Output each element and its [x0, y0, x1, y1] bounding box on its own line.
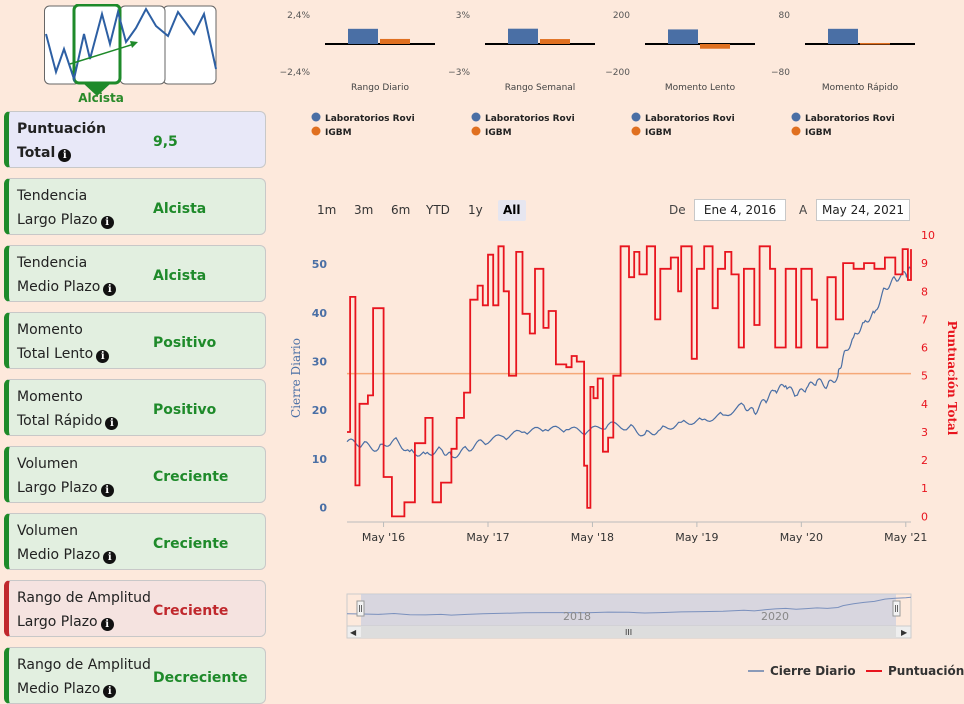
navigator-x-label: 2020 [761, 610, 789, 623]
y2-tick-label: 0 [921, 510, 928, 523]
navigator-handle[interactable] [356, 600, 365, 617]
y-tick-label: 30 [312, 355, 328, 368]
x-tick-label: May '20 [780, 531, 823, 544]
legend-line-close [748, 670, 764, 672]
y2-tick-label: 2 [921, 454, 928, 467]
y-tick-label: 40 [312, 307, 328, 320]
y2-tick-label: 5 [921, 370, 928, 383]
scroll-right-icon: ▶ [901, 628, 908, 637]
x-tick-label: May '19 [675, 531, 718, 544]
y2-tick-label: 3 [921, 426, 928, 439]
y2-tick-label: 6 [921, 342, 928, 355]
y-tick-label: 50 [312, 258, 328, 271]
scroll-left-icon: ◀ [350, 628, 357, 637]
x-tick-label: May '17 [466, 531, 509, 544]
y2-tick-label: 10 [921, 229, 935, 242]
navigator-x-label: 2018 [563, 610, 591, 623]
y-tick-label: 0 [319, 501, 327, 514]
legend-item-close[interactable]: Cierre Diario [748, 664, 856, 678]
y2-axis-title: Puntuación Total [945, 321, 959, 436]
y2-tick-label: 1 [921, 482, 928, 495]
x-tick-label: May '18 [571, 531, 614, 544]
legend-line-score [866, 670, 882, 672]
y-tick-label: 10 [312, 453, 328, 466]
y-axis-title: Cierre Diario [289, 338, 303, 418]
stock-analysis-dashboard: Alcista Puntuación Total i 9,5 Tendencia … [0, 0, 964, 704]
x-tick-label: May '16 [362, 531, 405, 544]
navigator-handle[interactable] [892, 600, 901, 617]
scrollbar-grip-icon: III [625, 628, 632, 637]
x-tick-label: May '21 [884, 531, 927, 544]
y2-tick-label: 4 [921, 398, 928, 411]
y2-tick-label: 8 [921, 285, 928, 298]
navigator-selection [361, 594, 896, 626]
main-price-score-chart: 0 10 20 30 40 50 0 1 2 3 4 5 6 7 8 9 10 Cierre Diario Punt… [289, 229, 959, 639]
y2-tick-label: 9 [921, 257, 928, 270]
legend-item-score[interactable]: Puntuación [866, 664, 964, 678]
y-tick-label: 20 [312, 404, 328, 417]
y2-tick-label: 7 [921, 313, 928, 326]
